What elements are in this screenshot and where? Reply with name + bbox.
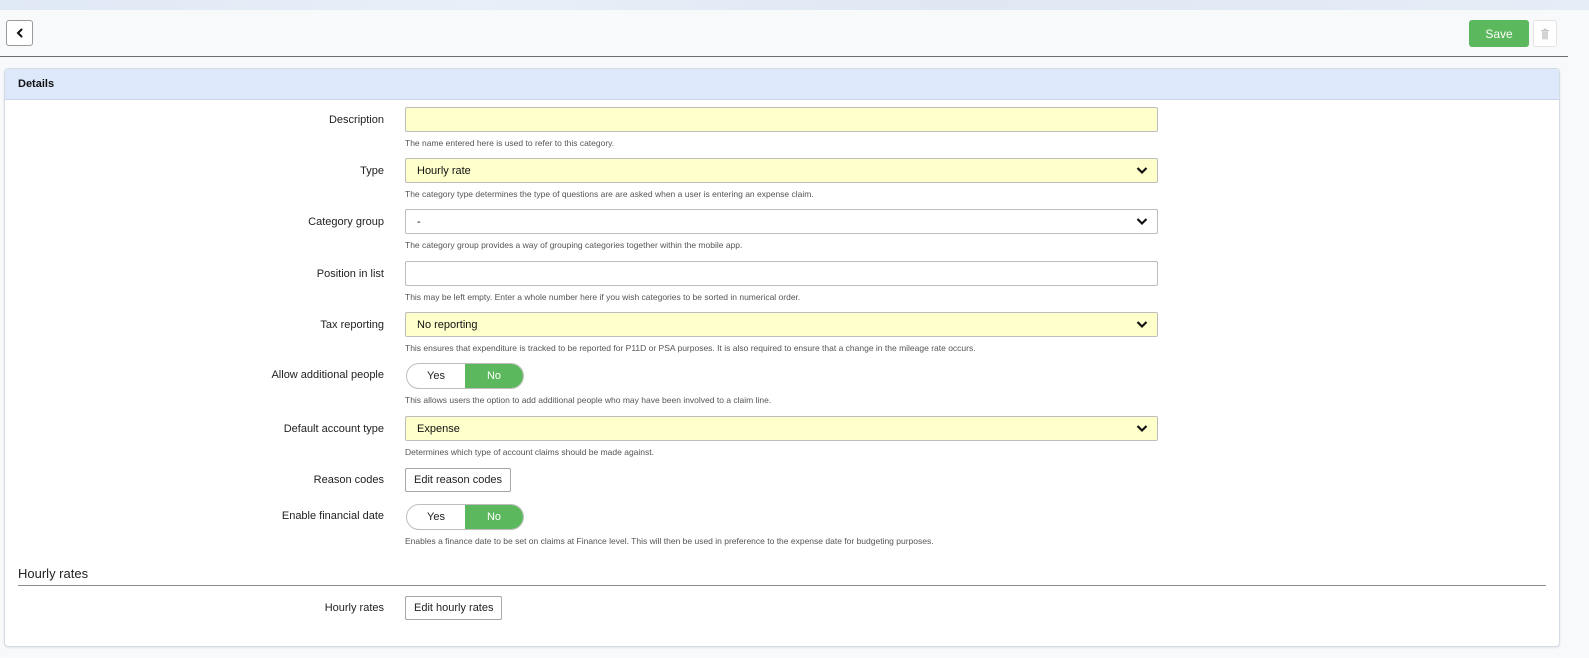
financial-date-help: Enables a finance date to be set on clai… xyxy=(405,536,934,546)
description-label: Description xyxy=(328,114,384,126)
type-select-value: Hourly rate xyxy=(417,164,471,177)
details-panel: Details Description The name entered her… xyxy=(4,68,1560,647)
description-input[interactable] xyxy=(405,107,1158,132)
chevron-down-icon xyxy=(1136,321,1148,329)
chevron-down-icon xyxy=(1136,218,1148,226)
additional-people-label: Allow additional people xyxy=(271,369,384,381)
back-button[interactable] xyxy=(6,20,33,46)
tax-reporting-label: Tax reporting xyxy=(320,319,384,331)
position-input[interactable] xyxy=(405,261,1158,286)
edit-reason-codes-button[interactable]: Edit reason codes xyxy=(405,468,512,492)
reason-codes-label: Reason codes xyxy=(313,474,384,486)
details-header: Details xyxy=(5,69,1559,100)
category-group-select[interactable]: - xyxy=(405,209,1158,234)
trash-icon xyxy=(1541,28,1549,39)
financial-date-label: Enable financial date xyxy=(281,510,384,522)
financial-date-yes[interactable]: Yes xyxy=(407,505,465,529)
hourly-rates-section-title: Hourly rates xyxy=(18,566,1546,586)
chevron-down-icon xyxy=(1136,167,1148,175)
chevron-down-icon xyxy=(1136,425,1148,433)
top-band xyxy=(0,0,1589,10)
position-label: Position in list xyxy=(316,268,384,280)
default-account-label: Default account type xyxy=(283,423,384,435)
additional-people-yes[interactable]: Yes xyxy=(407,364,465,388)
tax-reporting-select[interactable]: No reporting xyxy=(405,312,1158,337)
delete-button[interactable] xyxy=(1533,20,1557,47)
toolbar: Save xyxy=(0,10,1568,57)
type-label: Type xyxy=(360,165,384,177)
category-group-label: Category group xyxy=(308,216,384,228)
tax-reporting-value: No reporting xyxy=(417,318,478,331)
description-help: The name entered here is used to refer t… xyxy=(405,138,615,148)
hourly-rates-label: Hourly rates xyxy=(324,602,384,614)
category-group-help: The category group provides a way of gro… xyxy=(405,240,743,250)
additional-people-no[interactable]: No xyxy=(465,364,523,388)
page: Save Details Description The name entere… xyxy=(0,10,1589,658)
save-button[interactable]: Save xyxy=(1469,20,1529,47)
category-group-value: - xyxy=(417,215,421,228)
additional-people-toggle[interactable]: Yes No xyxy=(406,363,524,389)
additional-people-help: This allows users the option to add addi… xyxy=(405,395,772,405)
tax-reporting-help: This ensures that expenditure is tracked… xyxy=(405,343,976,353)
default-account-help: Determines which type of account claims … xyxy=(405,447,654,457)
financial-date-toggle[interactable]: Yes No xyxy=(406,504,524,530)
type-help: The category type determines the type of… xyxy=(405,189,814,199)
financial-date-no[interactable]: No xyxy=(465,505,523,529)
default-account-value: Expense xyxy=(417,422,460,435)
default-account-select[interactable]: Expense xyxy=(405,416,1158,441)
chevron-left-icon xyxy=(16,28,22,38)
position-help: This may be left empty. Enter a whole nu… xyxy=(405,292,801,302)
type-select[interactable]: Hourly rate xyxy=(405,158,1158,183)
edit-hourly-rates-button[interactable]: Edit hourly rates xyxy=(405,596,503,620)
